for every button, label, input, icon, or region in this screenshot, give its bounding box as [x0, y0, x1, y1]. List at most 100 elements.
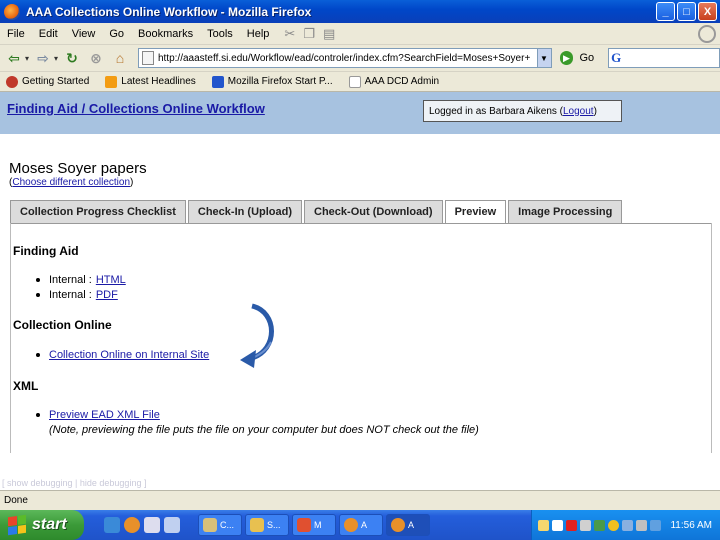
- menu-bookmarks[interactable]: Bookmarks: [131, 28, 200, 40]
- internet-explorer-icon[interactable]: [104, 517, 120, 533]
- menu-tools[interactable]: Tools: [200, 28, 240, 40]
- forward-button[interactable]: ⇨: [33, 48, 53, 68]
- status-bar: Done: [0, 490, 720, 510]
- pdf-link[interactable]: PDF: [96, 289, 118, 301]
- curved-arrow-icon: [240, 303, 274, 368]
- start-button[interactable]: start: [0, 510, 84, 540]
- display-icon[interactable]: [650, 519, 662, 531]
- collection-title: Moses Soyer papers: [9, 160, 147, 177]
- cut-icon[interactable]: ✂: [284, 26, 295, 42]
- back-dropdown-icon[interactable]: ▾: [25, 54, 29, 63]
- list-item: Collection Online on Internal Site: [36, 349, 209, 361]
- list-item: Internal : HTML: [36, 274, 126, 286]
- tab-divider: [10, 223, 712, 224]
- tab-check-out[interactable]: Check-Out (Download): [304, 200, 443, 223]
- task-app-icon: [203, 518, 217, 532]
- outlook-icon: [297, 518, 311, 532]
- reload-button[interactable]: ↻: [62, 48, 82, 68]
- page-icon: [348, 75, 361, 88]
- maximize-button[interactable]: □: [677, 2, 696, 21]
- list-item: Preview EAD XML File: [36, 409, 160, 421]
- user-name: Barbara Aikens: [489, 105, 557, 117]
- bullet-icon: [36, 293, 40, 297]
- flag-icon[interactable]: [566, 519, 578, 531]
- firefox-icon: [4, 3, 20, 20]
- home-button[interactable]: ⌂: [110, 48, 130, 68]
- copy-icon[interactable]: ❐: [303, 26, 315, 42]
- task-button[interactable]: C...: [198, 514, 242, 536]
- menu-view[interactable]: View: [65, 28, 103, 40]
- back-button[interactable]: ⇦: [4, 48, 24, 68]
- breadcrumb-link[interactable]: Finding Aid / Collections Online Workflo…: [7, 101, 265, 116]
- status-text: Done: [4, 495, 28, 506]
- volume-icon[interactable]: [580, 519, 592, 531]
- quick-launch: [104, 517, 180, 533]
- tab-image-processing[interactable]: Image Processing: [508, 200, 623, 223]
- bookmark-aaa-dcd-admin[interactable]: AAA DCD Admin: [348, 75, 439, 88]
- rss-icon: [105, 75, 118, 88]
- login-status: Logged in as Barbara Aikens (Logout): [423, 100, 622, 122]
- workflow-tabs: Collection Progress Checklist Check-In (…: [10, 200, 623, 223]
- google-icon: [211, 75, 224, 88]
- mail-icon[interactable]: [538, 519, 550, 531]
- page-icon: [141, 51, 154, 65]
- tab-collection-progress-checklist[interactable]: Collection Progress Checklist: [10, 200, 186, 223]
- task-button[interactable]: A: [386, 514, 430, 536]
- task-buttons: C... S... M A A: [198, 514, 430, 536]
- choose-collection-link[interactable]: Choose different collection: [12, 177, 130, 188]
- go-arrow-icon[interactable]: ▶: [559, 51, 574, 65]
- preview-ead-xml-link[interactable]: Preview EAD XML File: [49, 409, 160, 421]
- paste-icon[interactable]: ▤: [323, 26, 335, 42]
- menu-file[interactable]: File: [0, 28, 32, 40]
- sync-icon[interactable]: [622, 519, 634, 531]
- bookmark-latest-headlines[interactable]: Latest Headlines: [105, 75, 196, 88]
- xml-heading: XML: [13, 379, 39, 393]
- menu-help[interactable]: Help: [240, 28, 277, 40]
- firefox-icon: [344, 518, 358, 532]
- folder-icon: [250, 518, 264, 532]
- firefox-icon[interactable]: [124, 517, 140, 533]
- collection-online-heading: Collection Online: [13, 318, 112, 332]
- task-button[interactable]: S...: [245, 514, 289, 536]
- close-button[interactable]: X: [698, 2, 717, 21]
- bookmark-firefox-start[interactable]: Mozilla Firefox Start P...: [211, 75, 333, 88]
- security-icon[interactable]: [636, 519, 648, 531]
- logout-link[interactable]: Logout: [563, 106, 594, 117]
- collection-online-link[interactable]: Collection Online on Internal Site: [49, 349, 209, 361]
- bookmarks-toolbar: Getting Started Latest Headlines Mozilla…: [0, 72, 720, 92]
- task-button[interactable]: A: [339, 514, 383, 536]
- checkbox-icon[interactable]: [552, 519, 564, 531]
- login-prefix: Logged in as: [429, 105, 487, 117]
- forward-dropdown-icon[interactable]: ▾: [54, 54, 58, 63]
- bullet-icon: [36, 413, 40, 417]
- url-dropdown-icon[interactable]: ▼: [536, 49, 551, 67]
- bullet-icon: [36, 278, 40, 282]
- tab-check-in[interactable]: Check-In (Upload): [187, 200, 303, 223]
- firefox-icon: [391, 518, 405, 532]
- messenger-icon[interactable]: [608, 519, 620, 531]
- throbber-icon: [698, 25, 716, 43]
- desktop-icon[interactable]: [144, 517, 160, 533]
- panel-right-edge: [711, 223, 712, 453]
- windows-taskbar: start C... S... M A A 11:56 AM: [0, 510, 720, 540]
- bullet-icon: [36, 353, 40, 357]
- network-icon[interactable]: [594, 519, 606, 531]
- url-bar[interactable]: http://aaasteff.si.edu/Workflow/ead/cont…: [137, 48, 552, 68]
- html-link[interactable]: HTML: [96, 274, 126, 286]
- minimize-button[interactable]: _: [656, 2, 675, 21]
- debugging-links[interactable]: [ show debugging | hide debugging ]: [2, 478, 146, 488]
- tab-preview[interactable]: Preview: [444, 200, 507, 223]
- search-box[interactable]: G: [608, 48, 720, 68]
- url-text[interactable]: http://aaasteff.si.edu/Workflow/ead/cont…: [158, 53, 530, 64]
- google-search-icon[interactable]: G: [611, 50, 621, 66]
- clock: 11:56 AM: [670, 519, 712, 531]
- media-icon[interactable]: [164, 517, 180, 533]
- menu-edit[interactable]: Edit: [32, 28, 65, 40]
- stop-button[interactable]: ⊗: [86, 48, 106, 68]
- menu-bar: File Edit View Go Bookmarks Tools Help ✂…: [0, 23, 720, 45]
- go-button[interactable]: Go: [579, 52, 594, 64]
- menu-go[interactable]: Go: [102, 28, 131, 40]
- window-title-bar[interactable]: AAA Collections Online Workflow - Mozill…: [0, 0, 720, 23]
- bookmark-getting-started[interactable]: Getting Started: [6, 75, 89, 88]
- task-button[interactable]: M: [292, 514, 336, 536]
